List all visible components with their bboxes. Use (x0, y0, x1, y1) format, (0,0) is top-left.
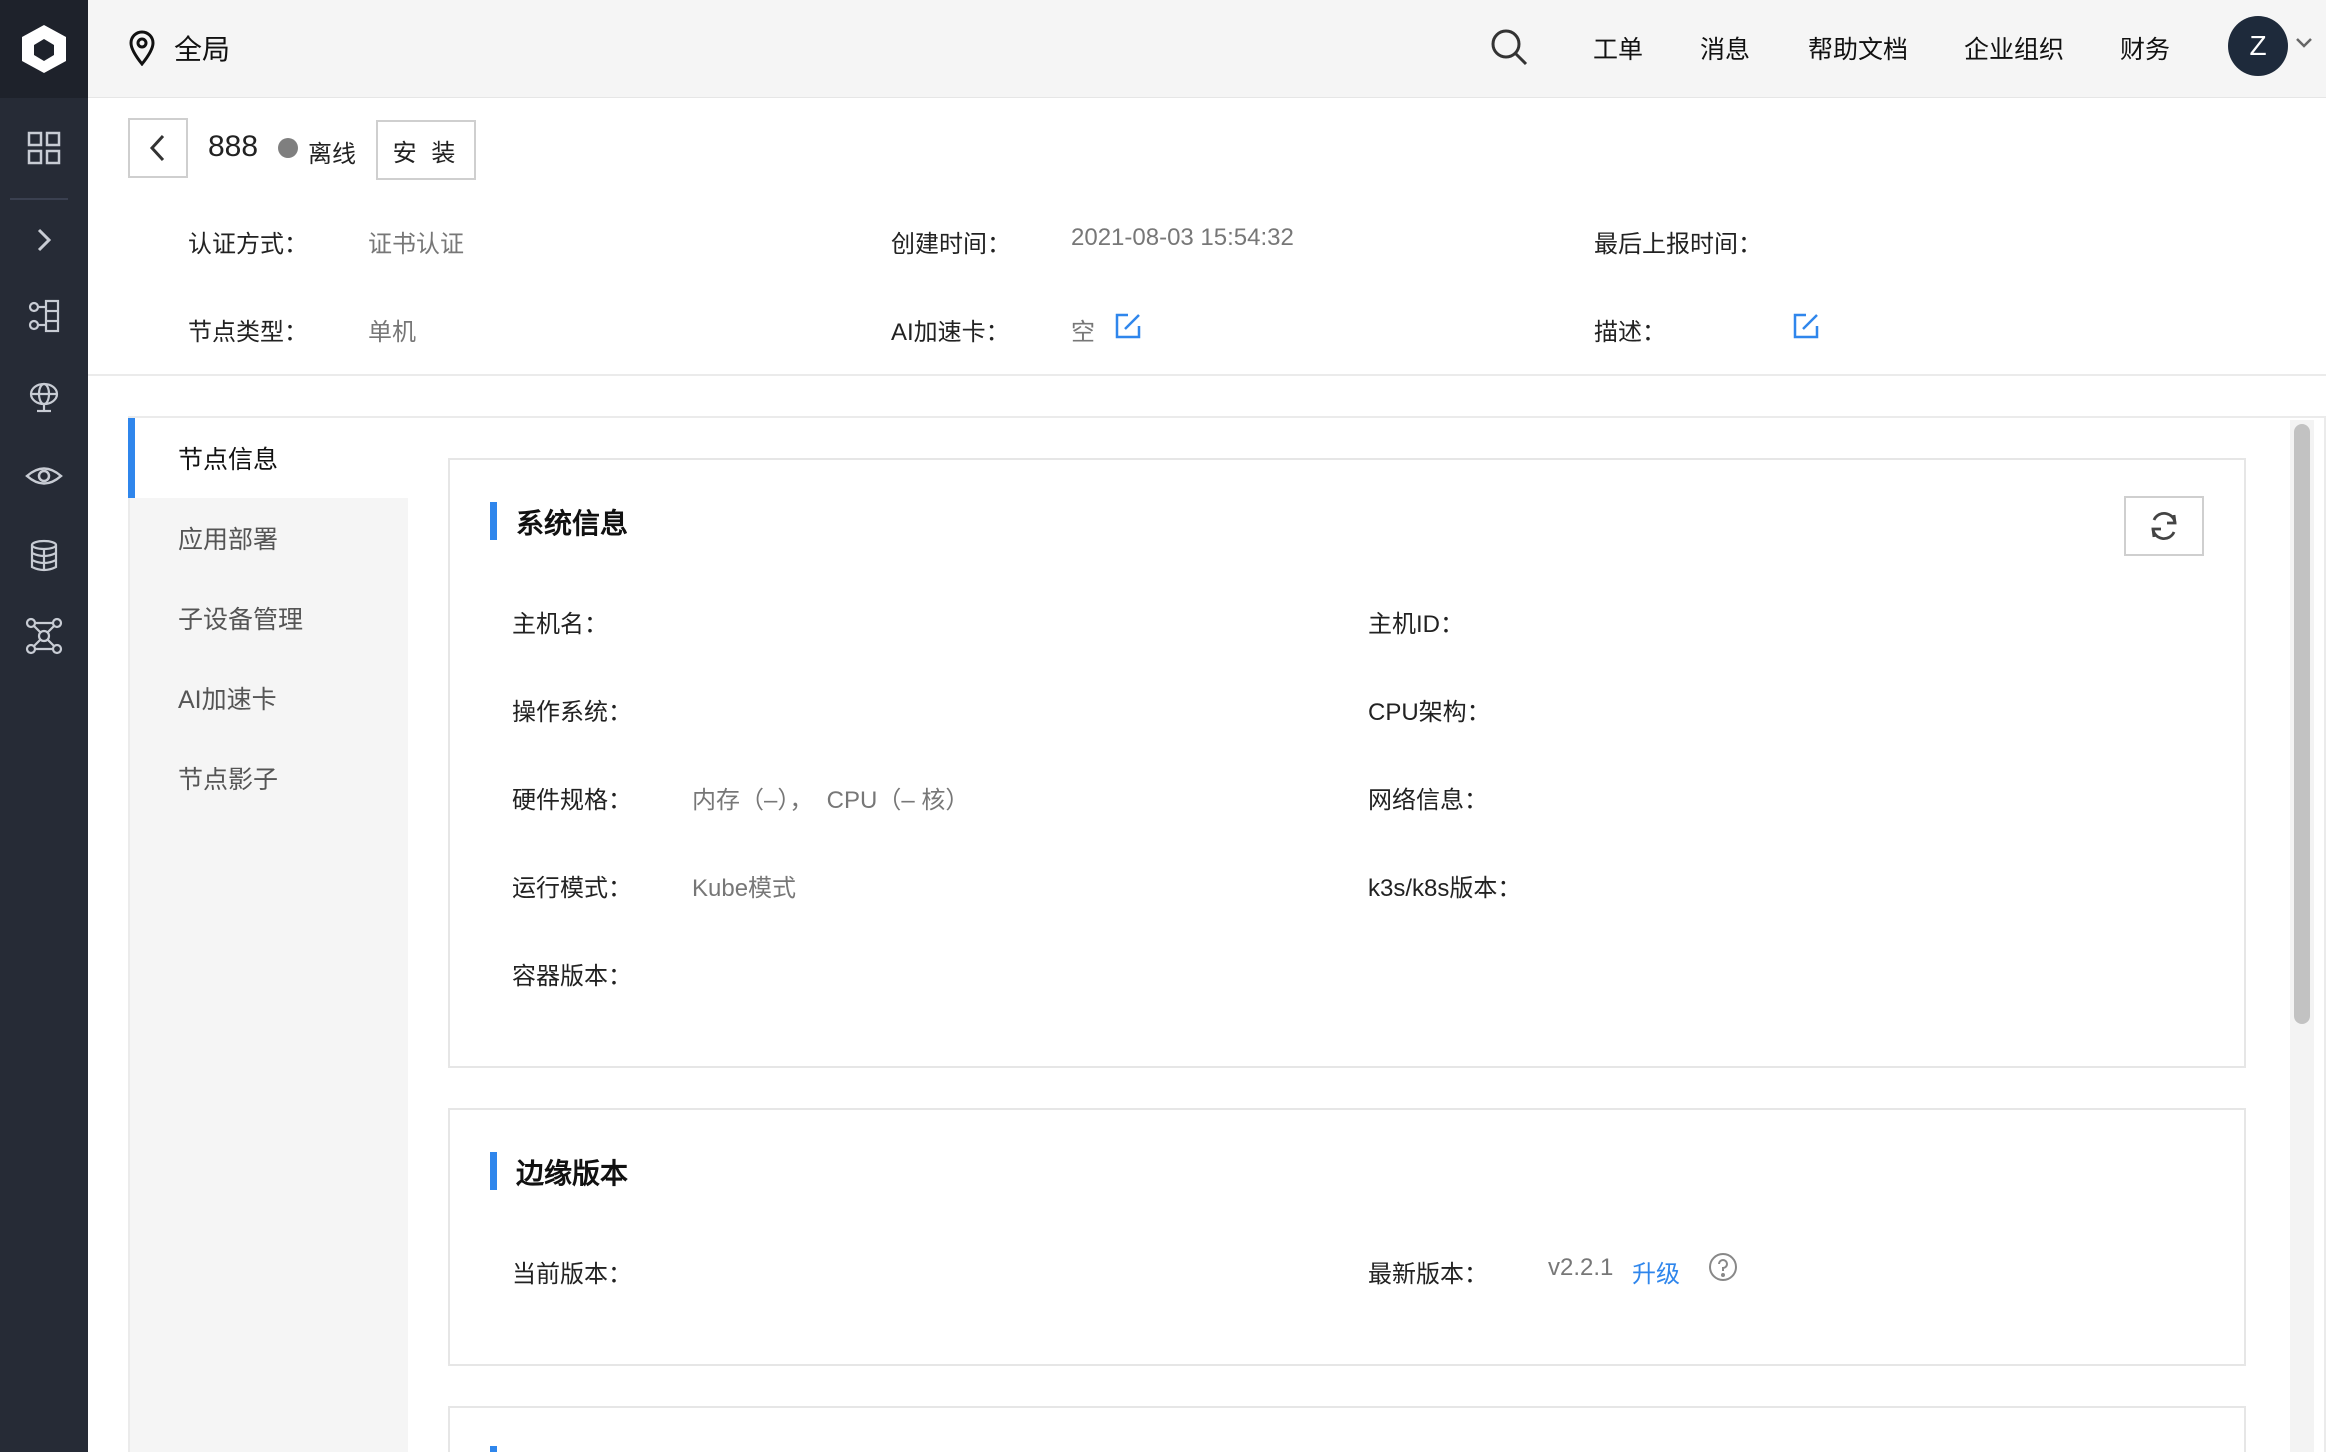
detail-menu: 节点信息 应用部署 子设备管理 AI加速卡 节点影子 (128, 418, 408, 1452)
messages-link[interactable]: 消息 (1700, 30, 1750, 66)
k8s-version-label: k3s/k8s版本： (1368, 875, 1522, 902)
menu-item-node-info[interactable]: 节点信息 (128, 418, 408, 498)
scrollbar-thumb[interactable] (2294, 424, 2310, 1024)
organization-link[interactable]: 企业组织 (1964, 30, 2064, 66)
node-type-value: 单机 (368, 319, 416, 346)
logo[interactable] (0, 0, 88, 98)
refresh-icon (2151, 511, 2177, 541)
hardware-value: 内存（–）， CPU（– 核） (692, 787, 970, 814)
database-icon[interactable] (0, 526, 88, 586)
back-button[interactable] (128, 118, 188, 178)
status-dot (278, 138, 298, 158)
search-icon (1491, 29, 1528, 66)
edit-description-icon[interactable] (1792, 312, 1820, 340)
created-time-label: 创建时间： (891, 231, 1011, 258)
expand-chevron-icon[interactable] (0, 210, 88, 270)
run-mode-label: 运行模式： (512, 875, 632, 902)
network-label: 网络信息： (1368, 787, 1488, 814)
top-header: 全局 工单 消息 帮助文档 企业组织 财务 Z (88, 0, 2326, 98)
os-label: 操作系统： (512, 699, 632, 726)
help-docs-link[interactable]: 帮助文档 (1808, 30, 1908, 66)
upgrade-link[interactable]: 升级 (1632, 1254, 1680, 1289)
side-nav (0, 0, 88, 1452)
run-mode-value: Kube模式 (692, 875, 797, 902)
globe-icon[interactable] (0, 366, 88, 426)
menu-item-ai-card[interactable]: AI加速卡 (130, 658, 408, 738)
region-label: 全局 (174, 34, 231, 65)
ai-card-label: AI加速卡： (891, 319, 1010, 346)
chevron-down-icon[interactable] (2294, 36, 2314, 50)
system-info-title: 系统信息 (490, 502, 628, 542)
eye-icon[interactable] (0, 446, 88, 506)
auth-method-label: 认证方式： (188, 231, 308, 258)
current-version-label: 当前版本： (512, 1261, 632, 1288)
edge-version-card: 边缘版本 当前版本： 最新版本： v2.2.1 升级 (448, 1108, 2246, 1366)
host-id-label: 主机ID： (1368, 611, 1464, 638)
hardware-label: 硬件规格： (512, 787, 632, 814)
dashboard-icon[interactable] (0, 118, 88, 178)
status-badge: 离线 (308, 141, 356, 168)
system-info-card: 系统信息 主机名： 主机ID： 操作系统： CPU架构： 硬件规格： 内存（–）… (448, 458, 2246, 1068)
region-selector[interactable]: 全局 (128, 28, 230, 68)
location-pin-icon (129, 30, 155, 66)
menu-item-sub-devices[interactable]: 子设备管理 (130, 578, 408, 658)
auth-method-value: 证书认证 (368, 231, 464, 258)
search-button[interactable] (1484, 22, 1534, 72)
menu-item-app-deploy[interactable]: 应用部署 (130, 498, 408, 578)
ticket-link[interactable]: 工单 (1593, 30, 1643, 66)
avatar[interactable]: Z (2228, 16, 2288, 76)
ai-card-value: 空 (1071, 319, 1095, 346)
cpu-arch-label: CPU架构： (1368, 699, 1491, 726)
finance-link[interactable]: 财务 (2120, 30, 2170, 66)
edge-version-title: 边缘版本 (490, 1152, 628, 1192)
node-name: 888 (208, 130, 259, 163)
sidebar-divider (10, 198, 68, 200)
description-label: 描述： (1594, 319, 1666, 346)
refresh-button[interactable] (2124, 496, 2204, 556)
next-card (448, 1406, 2246, 1452)
next-card-title-bar (490, 1446, 497, 1452)
created-time-value: 2021-08-03 15:54:32 (1071, 224, 1294, 251)
network-icon[interactable] (0, 606, 88, 666)
hostname-label: 主机名： (512, 611, 608, 638)
container-version-label: 容器版本： (512, 963, 632, 990)
edit-ai-card-icon[interactable] (1114, 312, 1142, 340)
help-icon[interactable] (1708, 1252, 1738, 1282)
header-divider (88, 374, 2326, 376)
node-type-label: 节点类型： (188, 319, 308, 346)
cube-logo-icon (22, 25, 66, 73)
latest-version-label: 最新版本： (1368, 1261, 1488, 1288)
chevron-left-icon (149, 134, 165, 162)
latest-version-value: v2.2.1 (1548, 1254, 1614, 1281)
install-button[interactable]: 安 装 (376, 120, 476, 180)
node-group-icon[interactable] (0, 286, 88, 346)
last-report-label: 最后上报时间： (1594, 231, 1762, 258)
menu-item-node-shadow[interactable]: 节点影子 (130, 738, 408, 818)
